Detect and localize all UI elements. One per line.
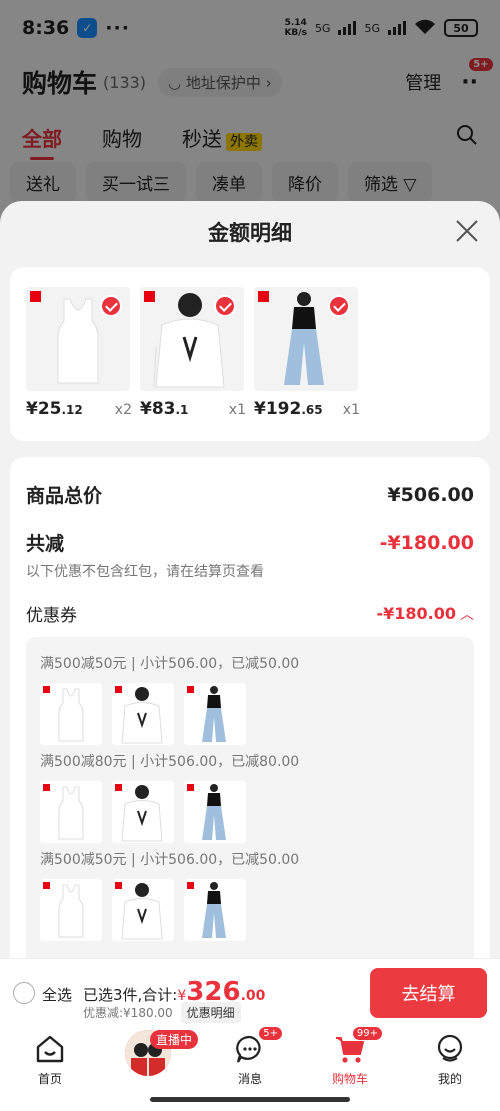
total-reduce-row: 共减 -¥180.00 (26, 529, 474, 556)
messages-badge: 5+ (258, 1026, 283, 1041)
coupon-thumb-jeans (184, 879, 246, 941)
product-price-decimal: .12 (61, 403, 83, 417)
product-item[interactable]: ¥83.1 x1 (140, 287, 246, 419)
home-indicator[interactable] (150, 1097, 350, 1102)
selected-products-card: ¥25.12 x2 ¥83.1 x1 ¥192.65 x1 (10, 267, 490, 441)
brand-logo (144, 291, 155, 302)
coupon-thumb-jeans (184, 683, 246, 745)
chevron-up-icon[interactable]: ︿ (460, 604, 474, 624)
brand-logo (43, 686, 50, 693)
coupon-thumb-sweatshirt (112, 879, 174, 941)
checkout-button[interactable]: 去结算 (370, 968, 487, 1018)
product-quantity: x1 (342, 402, 360, 418)
product-price-main: ¥192 (254, 399, 302, 419)
coupon-thumb-jeans (184, 781, 246, 843)
brand-logo (115, 882, 122, 889)
brand-logo (43, 784, 50, 791)
coupon-product-thumbs (40, 683, 246, 745)
nav-home[interactable]: 首页 (15, 1032, 85, 1087)
product-price: ¥25.12 (26, 399, 83, 419)
product-image-jeans (254, 287, 358, 391)
total-reduce-label: 共减 (26, 533, 65, 555)
discount-detail-button[interactable]: 优惠明细 (180, 1002, 241, 1023)
product-item[interactable]: ¥192.65 x1 (254, 287, 360, 419)
price-summary-card: 商品总价 ¥506.00 共减 -¥180.00 以下优惠不包含红包，请在结算页… (10, 457, 490, 958)
coupon-value: -¥180.00 (376, 604, 456, 623)
product-image-sweatshirt (140, 287, 244, 391)
product-price-main: ¥83 (140, 399, 176, 419)
brand-logo (115, 686, 122, 693)
coupon-line: 满500减50元 | 小计506.00，已减50.00 (40, 656, 300, 672)
total-amount-decimal: .00 (240, 988, 266, 1004)
selected-check-icon (100, 295, 122, 317)
coupon-thumb-tank-top (40, 879, 102, 941)
nav-cart-label: 购物车 (331, 1072, 368, 1086)
close-icon[interactable] (454, 218, 480, 244)
nav-mine[interactable]: 我的 (415, 1032, 485, 1087)
coupon-thumb-sweatshirt (112, 683, 174, 745)
shopping-cart-icon: 99+ (333, 1026, 383, 1066)
total-price-row: 商品总价 ¥506.00 (26, 481, 474, 508)
coupon-product-thumbs (40, 879, 246, 941)
nav-mine-label: 我的 (437, 1072, 462, 1086)
coupon-detail-box: 满500减50元 | 小计506.00，已减50.00 满500减80元 | 小… (26, 637, 474, 958)
coupon-thumb-sweatshirt (112, 781, 174, 843)
home-icon (33, 1032, 67, 1066)
product-quantity: x2 (114, 402, 132, 418)
nav-messages-label: 消息 (237, 1072, 262, 1086)
nav-cart[interactable]: 99+ 购物车 (315, 1026, 385, 1087)
coupon-line: 满500减50元 | 小计506.00，已减50.00 (40, 852, 300, 868)
discount-summary: 优惠减:¥180.00 优惠明细 (83, 1002, 241, 1023)
total-price-label: 商品总价 (26, 485, 103, 507)
nav-home-label: 首页 (37, 1072, 62, 1086)
selected-check-icon (328, 295, 350, 317)
user-profile-icon (433, 1032, 467, 1066)
brand-logo (187, 686, 194, 693)
product-price-main: ¥25 (26, 399, 62, 419)
product-price-decimal: .1 (175, 403, 189, 417)
selected-check-icon (214, 295, 236, 317)
coupon-line: 满500减80元 | 小计506.00，已减80.00 (40, 754, 300, 770)
product-item[interactable]: ¥25.12 x2 (26, 287, 132, 419)
coupon-row[interactable]: 优惠券 -¥180.00 ︿ (26, 601, 474, 626)
coupon-thumb-tank-top (40, 781, 102, 843)
checkout-bar: 全选 已选3件,合计: ¥ 326 .00 优惠减:¥180.00 优惠明细 去… (0, 958, 500, 1026)
product-image-tank-top (26, 287, 130, 391)
select-all-label[interactable]: 全选 (42, 984, 72, 1005)
brand-logo (43, 882, 50, 889)
brand-logo (30, 291, 41, 302)
cart-badge: 99+ (351, 1026, 383, 1041)
product-quantity: x1 (228, 402, 246, 418)
product-price: ¥192.65 (254, 399, 323, 419)
discount-amount: 优惠减:¥180.00 (83, 1006, 173, 1020)
coupon-product-thumbs (40, 781, 246, 843)
product-price-decimal: .65 (301, 403, 323, 417)
coupon-label: 优惠券 (26, 606, 77, 626)
sheet-title: 金额明细 (208, 221, 292, 245)
discount-note: 以下优惠不包含红包，请在结算页查看 (26, 564, 264, 580)
brand-logo (187, 784, 194, 791)
total-reduce-value: -¥180.00 (379, 531, 474, 554)
nav-messages[interactable]: 5+ 消息 (215, 1026, 285, 1087)
brand-logo (187, 882, 194, 889)
product-price: ¥83.1 (140, 399, 188, 419)
live-badge: 直播中 (150, 1030, 199, 1049)
select-all-radio[interactable] (13, 982, 35, 1004)
total-price-value: ¥506.00 (387, 483, 474, 506)
chat-bubble-icon: 5+ (233, 1026, 283, 1066)
brand-logo (115, 784, 122, 791)
coupon-thumb-tank-top (40, 683, 102, 745)
amount-detail-sheet: 金额明细 ¥25.12 x2 ¥83.1 x1 ¥192.65 x1 商品总价 … (0, 201, 500, 958)
brand-logo (258, 291, 269, 302)
